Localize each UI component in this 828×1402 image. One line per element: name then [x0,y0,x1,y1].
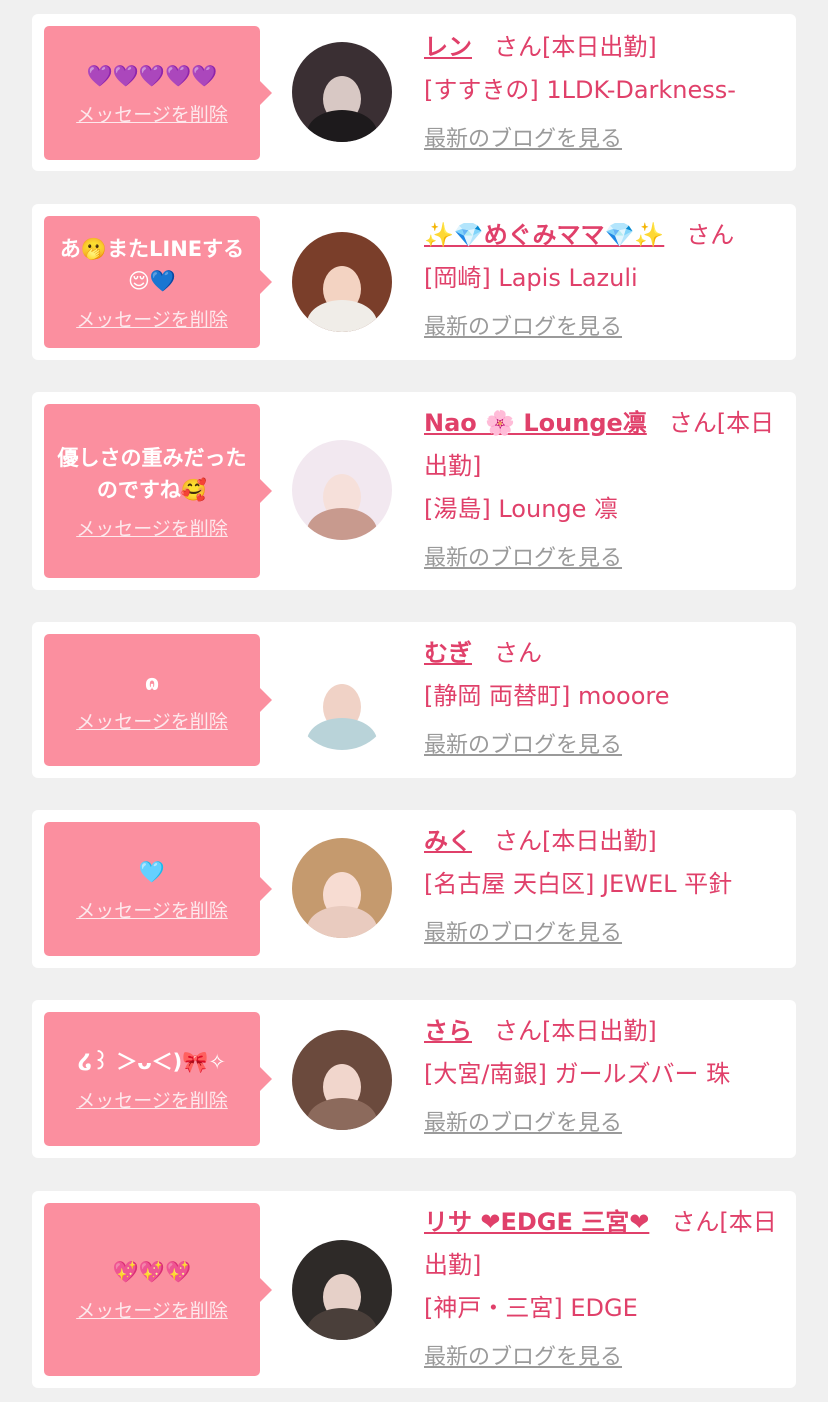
cast-info: レン さん[本日出勤] [すすきの] 1LDK-Darkness- 最新のブログを… [424,26,778,161]
shop-name: [名古屋 天白区] JEWEL 平針 [424,870,733,898]
message-bubble: 🩵 メッセージを削除 [44,822,272,956]
message-bubble: 💜💜💜💜💜 メッセージを削除 [44,26,272,160]
message-text: 💖💖💖 [112,1260,192,1284]
delete-message-link[interactable]: メッセージを削除 [76,1296,228,1323]
message-text: 💜💜💜💜💜 [86,63,218,88]
message-bubble: ໒꒱ ＞ᴗ＜)🎀✧ メッセージを削除 [44,1012,272,1146]
cast-status: さん[本日出勤] [494,827,657,855]
delete-message-link[interactable]: メッセージを削除 [76,896,228,923]
avatar[interactable] [292,42,392,142]
cast-info: Nao 🌸 Lounge凛 さん[本日出勤] [湯島] Lounge 凛 最新のブ… [424,402,778,580]
cast-info: みく さん[本日出勤] [名古屋 天白区] JEWEL 平針 最新のブログを見る [424,820,778,955]
shop-name: [岡崎] Lapis Lazuli [424,264,638,292]
delete-message-link[interactable]: メッセージを削除 [76,1086,228,1113]
delete-message-link[interactable]: メッセージを削除 [76,707,228,734]
cast-name-link[interactable]: ✨💎めぐみママ💎✨ [424,221,664,249]
cast-info: むぎ さん [静岡 両替町] mooore 最新のブログを見る [424,632,778,767]
message-text: ɷ [144,670,160,695]
list-item: 優しさの重みだったのですね🥰 メッセージを削除 Nao 🌸 Lounge凛 さん[… [32,392,796,590]
blog-link[interactable]: 最新のブログを見る [424,1102,622,1145]
list-item: 💖💖💖 メッセージを削除 リサ ❤EDGE 三宮❤ さん[本日出勤] [神戸・三宮… [32,1191,796,1388]
cast-status: さん [494,639,542,667]
message-text: 優しさの重みだったのですね🥰 [57,445,247,502]
cast-name-link[interactable]: レン [424,33,472,61]
shop-name: [すすきの] 1LDK-Darkness- [424,76,736,104]
shop-name: [湯島] Lounge 凛 [424,495,619,523]
shop-name: [静岡 両替町] mooore [424,682,670,710]
cast-name-link[interactable]: みく [424,827,472,855]
avatar[interactable] [292,650,392,750]
blog-link[interactable]: 最新のブログを見る [424,724,622,767]
delete-message-link[interactable]: メッセージを削除 [76,514,228,541]
cast-info: リサ ❤EDGE 三宮❤ さん[本日出勤] [神戸・三宮] EDGE 最新のブログ… [424,1201,778,1379]
delete-message-link[interactable]: メッセージを削除 [76,305,228,332]
cast-name-link[interactable]: さら [424,1017,472,1045]
cast-name-link[interactable]: Nao 🌸 Lounge凛 [424,409,647,437]
cast-info: ✨💎めぐみママ💎✨ さん [岡崎] Lapis Lazuli 最新のブログを見る [424,214,778,349]
message-text: 🩵 [138,859,166,884]
message-bubble: ɷ メッセージを削除 [44,634,272,766]
avatar[interactable] [292,838,392,938]
blog-link[interactable]: 最新のブログを見る [424,912,622,955]
avatar[interactable] [292,232,392,332]
blog-link[interactable]: 最新のブログを見る [424,537,622,580]
shop-name: [神戸・三宮] EDGE [424,1294,638,1322]
message-list: 💜💜💜💜💜 メッセージを削除 レン さん[本日出勤] [すすきの] 1LDK-Da… [0,0,828,1402]
message-bubble: 優しさの重みだったのですね🥰 メッセージを削除 [44,404,272,578]
message-bubble: 💖💖💖 メッセージを削除 [44,1203,272,1376]
avatar[interactable] [292,1030,392,1130]
blog-link[interactable]: 最新のブログを見る [424,118,622,161]
list-item: 💜💜💜💜💜 メッセージを削除 レン さん[本日出勤] [すすきの] 1LDK-Da… [32,14,796,171]
avatar[interactable] [292,440,392,540]
list-item: ɷ メッセージを削除 むぎ さん [静岡 両替町] mooore 最新のブログを見… [32,622,796,778]
cast-status: さん [686,221,735,249]
list-item: あ🫢またLINEする😌💙 メッセージを削除 ✨💎めぐみママ💎✨ さん [岡崎] L… [32,204,796,360]
list-item: 🩵 メッセージを削除 みく さん[本日出勤] [名古屋 天白区] JEWEL 平針… [32,810,796,968]
cast-status: さん[本日出勤] [494,1017,657,1045]
message-text: ໒꒱ ＞ᴗ＜)🎀✧ [77,1049,227,1074]
cast-status: さん[本日出勤] [494,33,657,61]
cast-name-link[interactable]: リサ ❤EDGE 三宮❤ [424,1208,649,1236]
blog-link[interactable]: 最新のブログを見る [424,306,622,349]
cast-name-link[interactable]: むぎ [424,639,472,667]
blog-link[interactable]: 最新のブログを見る [424,1336,622,1379]
message-text: あ🫢またLINEする😌💙 [59,236,245,293]
shop-name: [大宮/南銀] ガールズバー 珠 [424,1060,731,1088]
list-item: ໒꒱ ＞ᴗ＜)🎀✧ メッセージを削除 さら さん[本日出勤] [大宮/南銀] ガー… [32,1000,796,1158]
avatar[interactable] [292,1240,392,1340]
message-bubble: あ🫢またLINEする😌💙 メッセージを削除 [44,216,272,348]
cast-info: さら さん[本日出勤] [大宮/南銀] ガールズバー 珠 最新のブログを見る [424,1010,778,1145]
delete-message-link[interactable]: メッセージを削除 [76,100,228,127]
